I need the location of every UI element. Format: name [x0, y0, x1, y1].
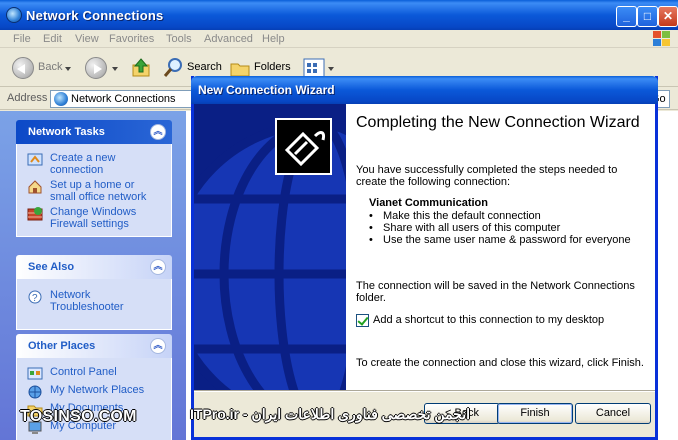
windows-logo-icon — [652, 30, 670, 47]
task-pane: Network Tasks ︽ Create a new connection … — [0, 111, 186, 440]
control-panel-icon — [27, 367, 43, 380]
wizard-title: New Connection Wizard — [198, 83, 335, 97]
menu-view[interactable]: View — [75, 33, 99, 45]
up-folder-button[interactable] — [130, 57, 152, 79]
menu-tools[interactable]: Tools — [166, 33, 192, 45]
home-network-icon — [28, 180, 42, 194]
wizard-content: Completing the New Connection Wizard You… — [346, 104, 655, 390]
network-tasks-panel: Network Tasks ︽ Create a new connection … — [16, 120, 172, 237]
title-bar: Network Connections _ □ ✕ — [0, 0, 678, 30]
finish-note: To create the connection and close this … — [356, 357, 644, 369]
wizard-title-bar: New Connection Wizard — [191, 76, 658, 104]
network-connections-icon — [6, 7, 22, 23]
watermark-right: انجمن تخصصی فناوری اطلاعات ایران - ITPro… — [190, 406, 471, 422]
minimize-button[interactable]: _ — [616, 6, 637, 27]
menu-file[interactable]: File — [13, 33, 31, 45]
collapse-chevron-icon[interactable]: ︽ — [150, 338, 166, 354]
menu-favorites[interactable]: Favorites — [109, 33, 154, 45]
collapse-chevron-icon[interactable]: ︽ — [150, 124, 166, 140]
address-value: Network Connections — [71, 93, 176, 105]
wizard-intro: You have successfully completed the step… — [356, 164, 618, 188]
finish-button[interactable]: Finish — [497, 403, 573, 424]
back-dropdown-icon[interactable] — [65, 67, 71, 74]
see-also-header[interactable]: See Also ︽ — [16, 255, 172, 279]
network-places-icon — [28, 385, 42, 399]
shortcut-checkbox[interactable] — [356, 314, 369, 327]
saved-note: The connection will be saved in the Netw… — [356, 280, 635, 304]
network-cable-icon — [275, 118, 332, 175]
up-folder-icon — [132, 58, 150, 77]
troubleshooter-icon: ? — [28, 290, 42, 304]
watermark-left: TOSINSO.COM — [20, 408, 137, 425]
address-label: Address — [7, 92, 48, 104]
window-title: Network Connections — [26, 8, 164, 23]
forward-button[interactable] — [85, 57, 121, 79]
see-also-panel: See Also ︽ ? Network Troubleshooter — [16, 255, 172, 330]
menu-help[interactable]: Help — [262, 33, 285, 45]
back-arrow-icon — [12, 57, 34, 79]
network-connections-icon — [54, 92, 68, 106]
wizard-heading: Completing the New Connection Wizard — [356, 114, 640, 131]
other-places-header[interactable]: Other Places ︽ — [16, 334, 172, 358]
close-button[interactable]: ✕ — [658, 6, 678, 27]
menu-edit[interactable]: Edit — [43, 33, 62, 45]
collapse-chevron-icon[interactable]: ︽ — [150, 259, 166, 275]
cancel-button[interactable]: Cancel — [575, 403, 651, 424]
forward-arrow-icon — [85, 57, 107, 79]
connection-name: Vianet Communication — [369, 197, 488, 209]
new-connection-wizard-dialog: New Connection Wizard Completing the New… — [191, 76, 658, 440]
shortcut-label[interactable]: Add a shortcut to this connection to my … — [373, 314, 663, 326]
network-tasks-header[interactable]: Network Tasks ︽ — [16, 120, 172, 144]
forward-dropdown-icon[interactable] — [112, 67, 118, 74]
wizard-separator — [194, 390, 655, 392]
firewall-icon — [27, 207, 43, 221]
new-connection-icon — [27, 153, 43, 166]
views-dropdown-icon[interactable] — [328, 67, 334, 74]
wizard-side-banner — [194, 104, 346, 390]
menu-advanced[interactable]: Advanced — [204, 33, 253, 45]
menu-bar: File Edit View Favorites Tools Advanced … — [0, 30, 678, 48]
search-icon — [163, 58, 182, 77]
back-button[interactable]: Back — [12, 57, 72, 79]
maximize-button[interactable]: □ — [637, 6, 658, 27]
svg-text:?: ? — [32, 293, 38, 304]
